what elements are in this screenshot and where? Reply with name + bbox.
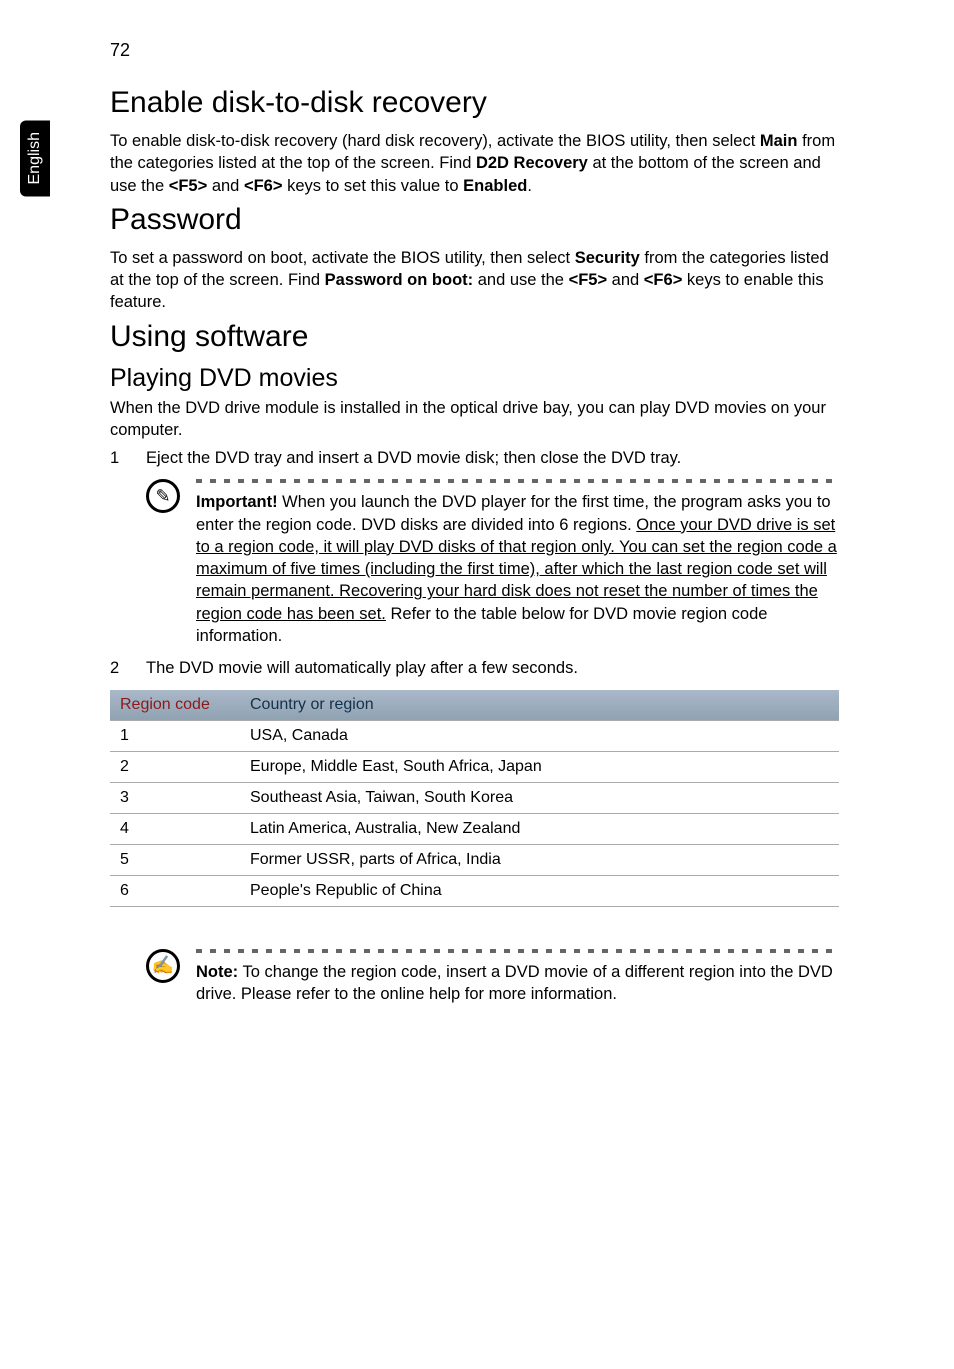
cell-code: 2 [110, 751, 240, 782]
password-paragraph: To set a password on boot, activate the … [110, 247, 839, 314]
text: To enable disk-to-disk recovery (hard di… [110, 132, 760, 150]
pin-icon: ✎ [146, 479, 180, 513]
bold-main: Main [760, 132, 798, 150]
cell-region: Southeast Asia, Taiwan, South Korea [240, 782, 839, 813]
note-label: Note: [196, 963, 238, 981]
language-tab: English [20, 120, 50, 196]
cell-code: 1 [110, 720, 240, 751]
dashed-divider [196, 479, 839, 483]
text: and use the [473, 271, 568, 289]
step-number: 2 [110, 657, 146, 679]
cell-region: Latin America, Australia, New Zealand [240, 813, 839, 844]
page-number: 72 [110, 40, 839, 61]
callout-body: Note: To change the region code, insert … [196, 949, 839, 1006]
cell-region: Europe, Middle East, South Africa, Japan [240, 751, 839, 782]
cell-region: Former USSR, parts of Africa, India [240, 844, 839, 875]
bold-pwonboot: Password on boot: [325, 271, 474, 289]
cell-region: USA, Canada [240, 720, 839, 751]
recovery-paragraph: To enable disk-to-disk recovery (hard di… [110, 130, 839, 197]
callout-body: Important! When you launch the DVD playe… [196, 479, 839, 647]
cell-code: 5 [110, 844, 240, 875]
cell-code: 4 [110, 813, 240, 844]
text: To change the region code, insert a DVD … [196, 963, 833, 1003]
callout-icon-column: ✎ [146, 479, 196, 513]
table-row: 6People's Republic of China [110, 875, 839, 906]
bold-f5: <F5> [169, 177, 208, 195]
important-callout: ✎ Important! When you launch the DVD pla… [146, 479, 839, 647]
table-row: 2Europe, Middle East, South Africa, Japa… [110, 751, 839, 782]
step-number: 1 [110, 447, 146, 469]
table-row: 4Latin America, Australia, New Zealand [110, 813, 839, 844]
table-row: 3Southeast Asia, Taiwan, South Korea [110, 782, 839, 813]
dashed-divider [196, 949, 839, 953]
heading-dvd-movies: Playing DVD movies [110, 364, 839, 393]
hand-write-icon: ✍ [146, 949, 180, 983]
heading-password: Password [110, 203, 839, 237]
text: To set a password on boot, activate the … [110, 249, 575, 267]
cell-region: People's Republic of China [240, 875, 839, 906]
important-label: Important! [196, 493, 278, 511]
col-country-region: Country or region [240, 690, 839, 721]
text: and [607, 271, 644, 289]
table-row: 1USA, Canada [110, 720, 839, 751]
cell-code: 6 [110, 875, 240, 906]
bold-security: Security [575, 249, 640, 267]
bold-enabled: Enabled [463, 177, 527, 195]
step-text: The DVD movie will automatically play af… [146, 657, 839, 679]
text: and [207, 177, 244, 195]
text: keys to set this value to [282, 177, 463, 195]
bold-d2d: D2D Recovery [476, 154, 588, 172]
step-2-row: 2 The DVD movie will automatically play … [110, 657, 839, 679]
page-content: Enable disk-to-disk recovery To enable d… [110, 86, 839, 1005]
region-code-table: Region code Country or region 1USA, Cana… [110, 690, 839, 907]
dvd-intro: When the DVD drive module is installed i… [110, 397, 839, 442]
table-row: 5Former USSR, parts of Africa, India [110, 844, 839, 875]
heading-recovery: Enable disk-to-disk recovery [110, 86, 839, 120]
text: . [527, 177, 532, 195]
bold-f6: <F6> [644, 271, 683, 289]
spacer [110, 907, 839, 939]
bold-f6: <F6> [244, 177, 283, 195]
heading-software: Using software [110, 320, 839, 354]
note-callout: ✍ Note: To change the region code, inser… [146, 949, 839, 1006]
table-header-row: Region code Country or region [110, 690, 839, 721]
step-1-row: 1 Eject the DVD tray and insert a DVD mo… [110, 447, 839, 469]
bold-f5: <F5> [569, 271, 608, 289]
cell-code: 3 [110, 782, 240, 813]
step-text: Eject the DVD tray and insert a DVD movi… [146, 447, 839, 469]
col-region-code: Region code [110, 690, 240, 721]
callout-icon-column: ✍ [146, 949, 196, 983]
